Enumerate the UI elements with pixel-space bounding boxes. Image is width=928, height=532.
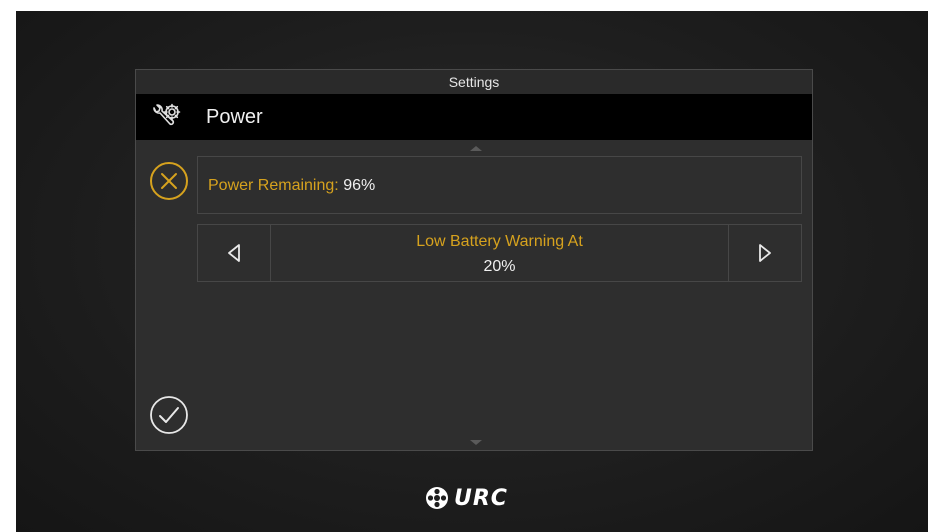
- low-battery-label: Low Battery Warning At: [416, 233, 583, 250]
- power-remaining-label: Power Remaining:: [208, 177, 339, 194]
- decrease-button[interactable]: [198, 225, 271, 281]
- panel-title: Settings: [136, 70, 812, 94]
- cancel-button[interactable]: [148, 160, 190, 202]
- power-remaining-row: Power Remaining: 96%: [197, 156, 802, 214]
- scroll-down-arrow-icon[interactable]: [470, 440, 482, 445]
- low-battery-warning-row: Low Battery Warning At 20%: [197, 224, 802, 282]
- urc-reel-icon: [426, 487, 448, 509]
- section-title: Power: [206, 106, 263, 128]
- urc-logo: URC: [424, 484, 524, 512]
- device-screen: Settings Power Power Remaining: 96% Low …: [16, 11, 928, 532]
- tools-gear-icon: [153, 103, 181, 126]
- increase-button[interactable]: [728, 225, 801, 281]
- low-battery-value: 20%: [483, 258, 516, 275]
- close-circle-icon: [150, 162, 188, 200]
- urc-logo-text: URC: [454, 485, 508, 511]
- scroll-up-arrow-icon[interactable]: [470, 146, 482, 151]
- power-remaining-value: 96%: [343, 177, 376, 194]
- triangle-left-icon: [228, 244, 240, 262]
- check-circle-icon: [150, 396, 188, 434]
- section-header: Power: [136, 94, 812, 140]
- triangle-right-icon: [759, 244, 771, 262]
- settings-panel: Settings Power Power Remaining: 96% Low …: [135, 69, 813, 451]
- confirm-button[interactable]: [148, 394, 190, 436]
